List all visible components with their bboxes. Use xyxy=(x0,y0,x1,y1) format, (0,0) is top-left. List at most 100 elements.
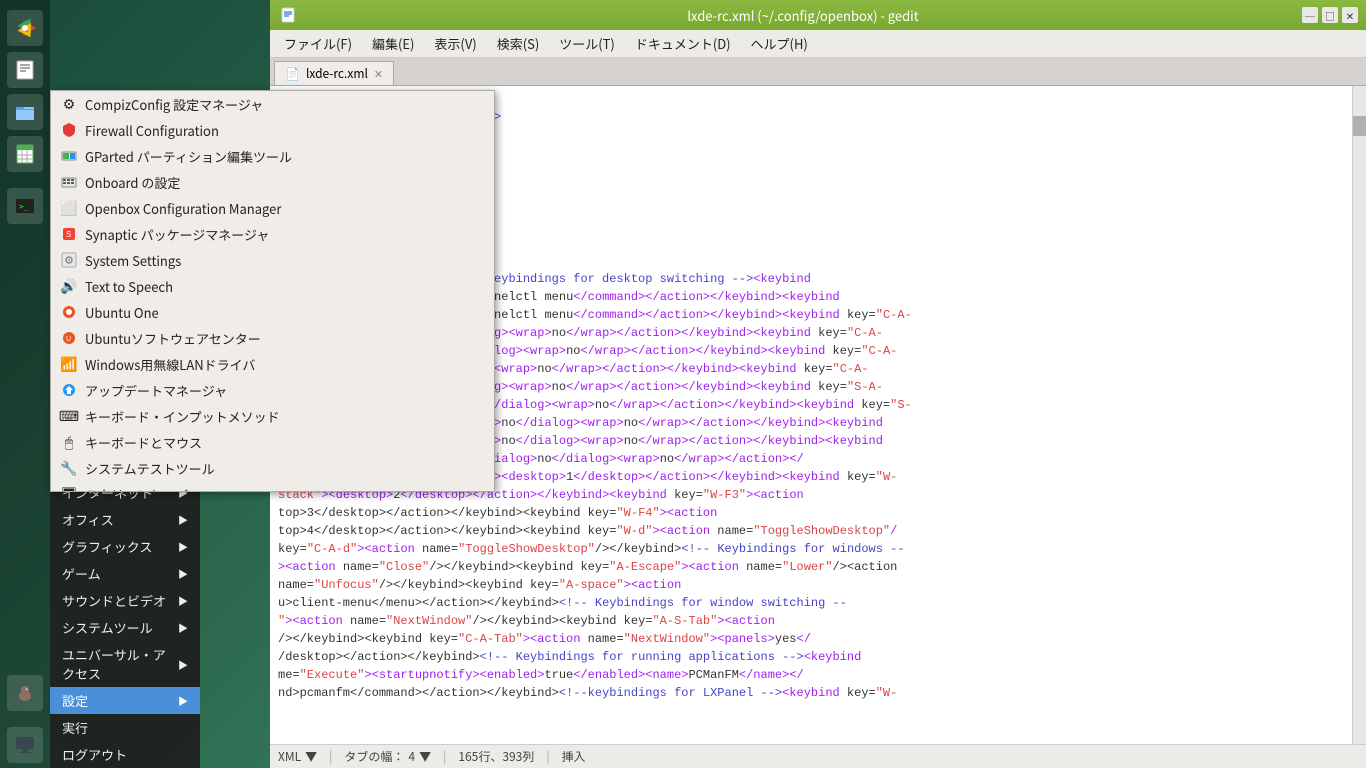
system-test-icon: 🔧 xyxy=(59,458,79,478)
chrome-icon[interactable] xyxy=(7,10,43,46)
menu-item-label: Windows用無線LANドライバ xyxy=(85,355,486,374)
mode-text: 挿入 xyxy=(562,748,586,765)
menu-left-logout[interactable]: ログアウト xyxy=(50,741,200,768)
menu-item-update-manager[interactable]: アップデートマネージャ xyxy=(51,377,494,403)
menu-item-label: グラフィックス xyxy=(62,537,178,556)
menu-item-label: System Settings xyxy=(85,251,486,270)
language-dropdown-icon[interactable]: ▼ xyxy=(305,748,317,765)
scrollbar-vertical[interactable] xyxy=(1352,86,1366,744)
onboard-icon xyxy=(59,172,79,192)
text-editor-icon[interactable] xyxy=(7,52,43,88)
close-button[interactable]: ✕ xyxy=(1342,7,1358,23)
menu-item-text-to-speech[interactable]: 🔊 Text to Speech xyxy=(51,273,494,299)
submenu-arrow-icon: ▶ xyxy=(178,657,188,672)
menu-item-onboard[interactable]: Onboard の設定 xyxy=(51,169,494,195)
tab-width-value: 4 xyxy=(408,748,415,765)
menu-item-label: ログアウト xyxy=(62,745,188,764)
window-controls: ─ □ ✕ xyxy=(1302,7,1358,23)
gedit-menubar: ファイル(F) 編集(E) 表示(V) 検索(S) ツール(T) ドキュメント(… xyxy=(270,30,1366,58)
synaptic-icon: S xyxy=(59,224,79,244)
submenu-arrow-icon: ▶ xyxy=(178,593,188,608)
tab-close-button[interactable]: ✕ xyxy=(374,66,383,82)
menubar-search[interactable]: 検索(S) xyxy=(487,32,550,55)
menubar-edit[interactable]: 編集(E) xyxy=(362,32,424,55)
spreadsheet-icon[interactable] xyxy=(7,136,43,172)
display-icon[interactable] xyxy=(7,727,43,763)
menu-item-label: GParted パーティション編集ツール xyxy=(85,147,486,166)
tab-lxde-rc[interactable]: 📄 lxde-rc.xml ✕ xyxy=(274,61,394,85)
minimize-button[interactable]: ─ xyxy=(1302,7,1318,23)
menu-item-label: Ubuntu One xyxy=(85,303,486,322)
menu-item-label: キーボード・インプットメソッド xyxy=(85,407,486,426)
menu-item-label: システムテストツール xyxy=(85,459,486,478)
submenu-arrow-icon: ▶ xyxy=(178,620,188,635)
keyboard-mouse-icon: 🖱 xyxy=(59,432,79,452)
menu-item-keyboard-mouse[interactable]: 🖱 キーボードとマウス xyxy=(51,429,494,455)
ubuntu-software-icon: U xyxy=(59,328,79,348)
menu-item-label: Firewall Configuration xyxy=(85,121,486,140)
menu-left-games[interactable]: ゲーム ▶ xyxy=(50,560,200,587)
menu-left-system-tools[interactable]: システムツール ▶ xyxy=(50,614,200,641)
taskbar-left: >_ xyxy=(0,0,50,768)
window-title: lxde-rc.xml (~/.config/openbox) - gedit xyxy=(304,6,1302,25)
menu-item-label: オフィス xyxy=(62,510,178,529)
compizconfig-icon: ⚙ xyxy=(59,94,79,114)
menu-item-system-settings[interactable]: System Settings xyxy=(51,247,494,273)
svg-text:S: S xyxy=(66,230,71,239)
scrollbar-thumb[interactable] xyxy=(1353,116,1366,136)
menubar-file[interactable]: ファイル(F) xyxy=(274,32,362,55)
tab-width-control[interactable]: タブの幅： 4 ▼ xyxy=(344,748,431,765)
tab-width-label: タブの幅： xyxy=(344,748,404,765)
menu-item-compizconfig[interactable]: ⚙ CompizConfig 設定マネージャ xyxy=(51,91,494,117)
menu-left-office[interactable]: オフィス ▶ xyxy=(50,506,200,533)
submenu-arrow-icon: ▶ xyxy=(178,512,188,527)
menu-item-keyboard-input[interactable]: ⌨ キーボード・インプットメソッド xyxy=(51,403,494,429)
update-icon xyxy=(59,380,79,400)
menu-left-run[interactable]: 実行 xyxy=(50,714,200,741)
menubar-help[interactable]: ヘルプ(H) xyxy=(741,32,818,55)
menu-item-label: Openbox Configuration Manager xyxy=(85,199,486,218)
system-settings-icon xyxy=(59,250,79,270)
menu-item-label: 設定 xyxy=(62,691,178,710)
menu-left-settings[interactable]: 設定 ▶ xyxy=(50,687,200,714)
menu-item-openbox[interactable]: ⬜ Openbox Configuration Manager xyxy=(51,195,494,221)
gedit-app-icon xyxy=(278,5,298,25)
menu-item-ubuntu-one[interactable]: Ubuntu One xyxy=(51,299,494,325)
menu-item-label: CompizConfig 設定マネージャ xyxy=(85,95,486,114)
menu-item-system-test[interactable]: 🔧 システムテストツール xyxy=(51,455,494,481)
position-text: 165行、393列 xyxy=(458,748,534,765)
menubar-documents[interactable]: ドキュメント(D) xyxy=(625,32,741,55)
menu-item-label: アップデートマネージャ xyxy=(85,381,486,400)
terminal-icon[interactable]: >_ xyxy=(7,188,43,224)
menu-item-label: Ubuntuソフトウェアセンター xyxy=(85,329,486,348)
tab-label: lxde-rc.xml xyxy=(306,65,368,82)
bird-icon[interactable] xyxy=(7,675,43,711)
menu-item-screensaver[interactable]: 🖥 スクリーンセーバー xyxy=(51,481,494,491)
submenu-arrow-icon: ▶ xyxy=(178,566,188,581)
menu-item-label: Text to Speech xyxy=(85,277,486,296)
menu-item-label: Onboard の設定 xyxy=(85,173,486,192)
tab-doc-icon: 📄 xyxy=(285,65,300,82)
ubuntu-one-icon xyxy=(59,302,79,322)
menu-item-gparted[interactable]: GParted パーティション編集ツール xyxy=(51,143,494,169)
menu-item-label: システムツール xyxy=(62,618,178,637)
tab-width-dropdown-icon[interactable]: ▼ xyxy=(419,748,431,765)
menu-left-sound-video[interactable]: サウンドとビデオ ▶ xyxy=(50,587,200,614)
language-selector[interactable]: XML ▼ xyxy=(278,748,317,765)
maximize-button[interactable]: □ xyxy=(1322,7,1338,23)
menu-item-wifi-driver[interactable]: 📶 Windows用無線LANドライバ xyxy=(51,351,494,377)
menubar-tools[interactable]: ツール(T) xyxy=(549,32,625,55)
menu-item-firewall[interactable]: Firewall Configuration xyxy=(51,117,494,143)
menu-item-synaptic[interactable]: S Synaptic パッケージマネージャ xyxy=(51,221,494,247)
menu-left-graphics[interactable]: グラフィックス ▶ xyxy=(50,533,200,560)
keyboard-input-icon: ⌨ xyxy=(59,406,79,426)
file-manager-icon[interactable] xyxy=(7,94,43,130)
cursor-position: 165行、393列 xyxy=(458,748,534,765)
firewall-icon xyxy=(59,120,79,140)
menu-left-universal-access[interactable]: ユニバーサル・アクセス ▶ xyxy=(50,641,200,687)
menu-item-label: スクリーンセーバー xyxy=(85,485,486,492)
tts-icon: 🔊 xyxy=(59,276,79,296)
menu-item-ubuntu-software[interactable]: U Ubuntuソフトウェアセンター xyxy=(51,325,494,351)
menubar-view[interactable]: 表示(V) xyxy=(424,32,486,55)
submenu-arrow-icon: ▶ xyxy=(178,693,188,708)
